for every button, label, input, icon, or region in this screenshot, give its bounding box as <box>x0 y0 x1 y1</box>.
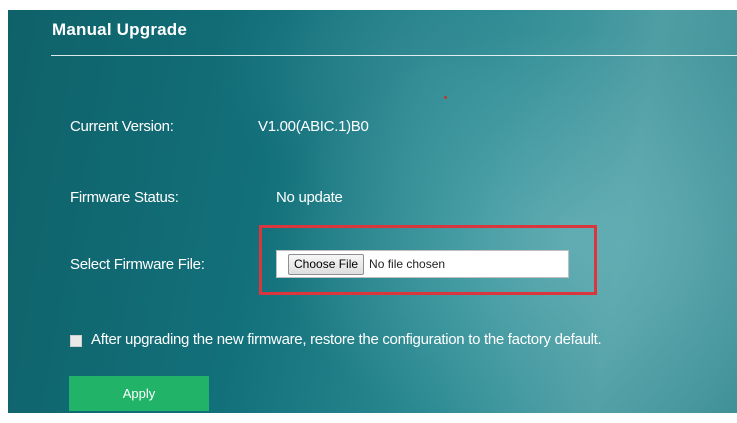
current-version-label: Current Version: <box>70 118 174 135</box>
choose-file-button[interactable]: Choose File <box>288 253 365 275</box>
title-divider <box>51 55 737 56</box>
select-firmware-file-label: Select Firmware File: <box>70 256 205 273</box>
firmware-status-value: No update <box>276 189 343 206</box>
decorative-dot <box>444 96 447 99</box>
apply-button[interactable]: Apply <box>69 376 209 411</box>
firmware-status-label: Firmware Status: <box>70 189 179 206</box>
current-version-value: V1.00(ABIC.1)B0 <box>258 118 369 135</box>
firmware-file-input[interactable]: Choose File No file chosen <box>276 250 569 278</box>
restore-factory-default-checkbox[interactable] <box>70 335 82 347</box>
manual-upgrade-panel: Manual Upgrade Current Version: V1.00(AB… <box>8 10 737 413</box>
page-title: Manual Upgrade <box>52 20 188 39</box>
restore-factory-default-label[interactable]: After upgrading the new firmware, restor… <box>91 331 602 348</box>
file-status-text: No file chosen <box>369 257 446 271</box>
